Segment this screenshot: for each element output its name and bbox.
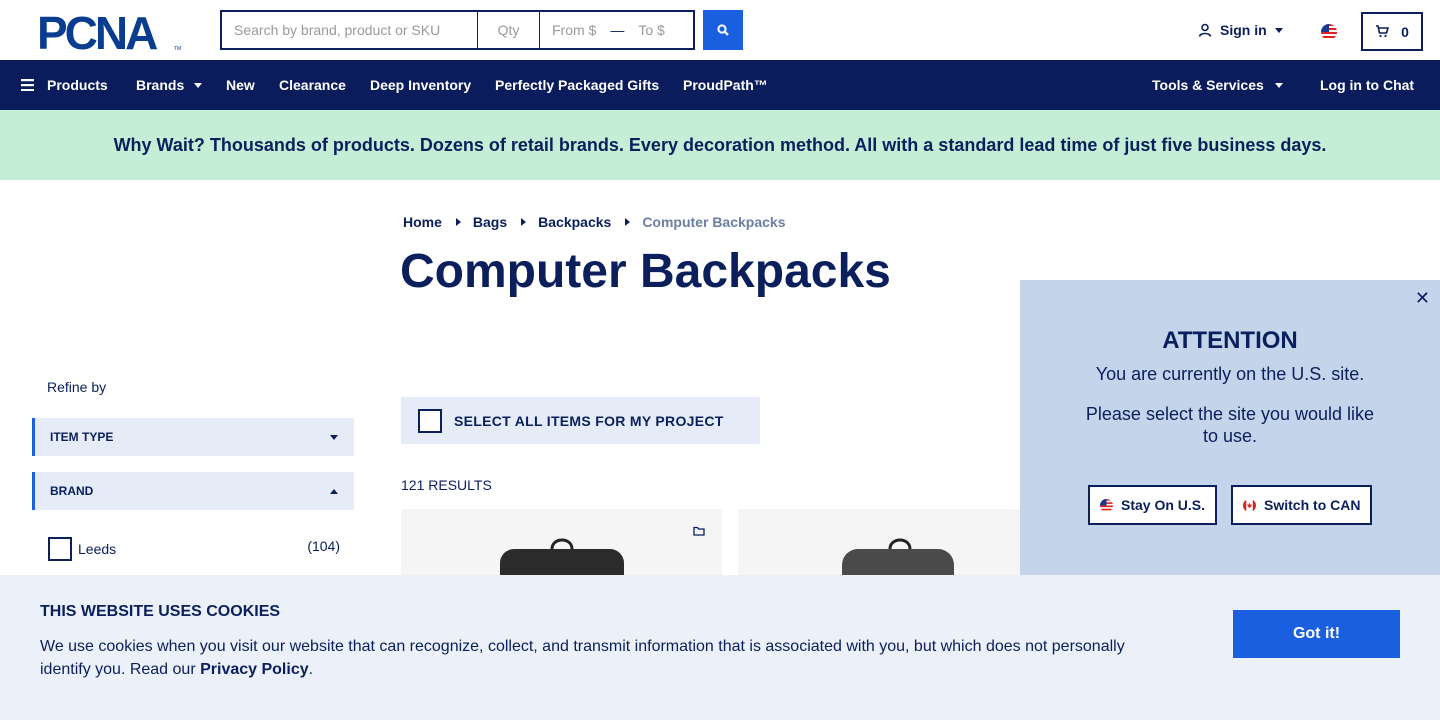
cookie-text: We use cookies when you visit our websit… <box>40 635 1160 681</box>
chevron-down-icon <box>194 82 203 88</box>
breadcrumb: Home Bags Backpacks Computer Backpacks <box>403 214 785 230</box>
menu-icon <box>21 79 34 91</box>
chevron-right-icon <box>455 218 461 226</box>
sign-in-menu[interactable]: Sign in <box>1198 22 1283 38</box>
chevron-right-icon <box>521 218 527 226</box>
canada-flag-icon <box>1243 498 1257 512</box>
nav-brands-label: Brands <box>136 77 185 93</box>
cart-button[interactable]: 0 <box>1361 12 1423 51</box>
nav-gifts[interactable]: Perfectly Packaged Gifts <box>495 77 659 93</box>
region-select-dialog: ✕ ATTENTION You are currently on the U.S… <box>1020 280 1440 580</box>
breadcrumb-bags[interactable]: Bags <box>473 214 507 230</box>
breadcrumb-home[interactable]: Home <box>403 214 442 230</box>
chevron-down-icon <box>1274 27 1283 33</box>
select-all-label: SELECT ALL ITEMS FOR MY PROJECT <box>454 412 724 429</box>
price-range: From $ — To $ <box>540 10 695 50</box>
user-icon <box>1198 23 1212 37</box>
nav-gifts-label: Perfectly Packaged Gifts <box>495 77 660 93</box>
select-all-bar[interactable]: SELECT ALL ITEMS FOR MY PROJECT <box>401 397 760 444</box>
brand-option-count: (104) <box>307 538 340 554</box>
switch-can-label: Switch to CAN <box>1264 497 1361 513</box>
results-count: 121 RESULTS <box>401 477 492 493</box>
qty-input[interactable] <box>478 10 540 50</box>
cookie-banner: THIS WEBSITE USES COOKIES We use cookies… <box>0 575 1440 720</box>
nav-brands[interactable]: Brands <box>136 77 203 93</box>
brand-option-label: Leeds <box>78 541 117 557</box>
filter-item-type[interactable]: ITEM TYPE <box>32 418 354 456</box>
nav-proudpath[interactable]: ProudPath™ <box>683 77 768 93</box>
chevron-up-icon <box>330 488 338 494</box>
pcna-logo[interactable]: PCNA TM <box>37 12 185 52</box>
dialog-message: You are currently on the U.S. site. <box>1095 364 1365 384</box>
cookie-end: . <box>308 661 314 678</box>
price-to-input[interactable]: To $ <box>638 22 664 38</box>
svg-text:PCNA: PCNA <box>37 12 157 52</box>
got-it-button[interactable]: Got it! <box>1233 610 1400 658</box>
nav-clearance[interactable]: Clearance <box>279 77 346 93</box>
nav-chat-login[interactable]: Log in to Chat <box>1320 77 1414 93</box>
promo-banner: Why Wait? Thousands of products. Dozens … <box>0 110 1440 180</box>
nav-tools-label: Tools & Services <box>1152 77 1264 93</box>
price-from-input[interactable]: From $ <box>552 22 596 38</box>
nav-tools-services[interactable]: Tools & Services <box>1152 77 1283 93</box>
cart-count: 0 <box>1401 23 1409 40</box>
nav-products-label: Products <box>47 77 108 93</box>
chevron-down-icon <box>1274 82 1283 88</box>
dialog-prompt: Please select the site you would like to… <box>1085 404 1375 446</box>
nav-clearance-label: Clearance <box>279 77 346 93</box>
chevron-down-icon <box>330 434 338 440</box>
page-title: Computer Backpacks <box>400 245 891 298</box>
privacy-policy-link[interactable]: Privacy Policy <box>200 661 309 678</box>
sign-in-label: Sign in <box>1220 22 1267 38</box>
nav-products[interactable]: Products <box>21 77 108 93</box>
nav-proudpath-label: ProudPath™ <box>683 77 768 93</box>
search-button[interactable] <box>703 10 743 50</box>
nav-new-label: New <box>226 77 255 93</box>
site-header: PCNA TM From $ — To $ Sign in 0 <box>0 0 1440 60</box>
refine-label: Refine by <box>47 379 107 395</box>
search-input[interactable] <box>220 10 478 50</box>
us-flag-icon[interactable] <box>1321 24 1337 40</box>
breadcrumb-backpacks[interactable]: Backpacks <box>538 214 611 230</box>
filter-item-type-label: ITEM TYPE <box>50 430 114 444</box>
main-nav: Products Brands New Clearance Deep Inven… <box>0 60 1440 110</box>
nav-deep-inventory[interactable]: Deep Inventory <box>370 77 471 93</box>
brand-option-leeds[interactable]: Leeds (104) <box>48 537 340 561</box>
breadcrumb-current: Computer Backpacks <box>642 214 786 230</box>
filter-brand[interactable]: BRAND <box>32 472 354 510</box>
stay-us-label: Stay On U.S. <box>1121 497 1206 513</box>
stay-us-button[interactable]: Stay On U.S. <box>1088 485 1218 525</box>
switch-can-button[interactable]: Switch to CAN <box>1231 485 1373 525</box>
search-bar: From $ — To $ <box>220 10 695 50</box>
svg-text:TM: TM <box>174 46 181 52</box>
filter-brand-label: BRAND <box>50 484 94 498</box>
select-all-checkbox[interactable] <box>418 408 442 433</box>
cart-icon <box>1376 25 1390 38</box>
close-icon[interactable]: ✕ <box>1415 288 1430 309</box>
nav-chat-label: Log in to Chat <box>1320 77 1415 93</box>
dialog-title: ATTENTION <box>1162 327 1298 354</box>
folder-icon[interactable] <box>693 526 705 536</box>
nav-new[interactable]: New <box>226 77 255 93</box>
chevron-right-icon <box>625 218 631 226</box>
promo-text: Why Wait? Thousands of products. Dozens … <box>113 134 1327 155</box>
dialog-actions: Stay On U.S. Switch to CAN <box>1088 485 1373 525</box>
cookie-title: THIS WEBSITE USES COOKIES <box>40 603 281 620</box>
price-dash: — <box>610 22 625 38</box>
us-flag-icon <box>1100 498 1113 512</box>
search-icon <box>717 24 729 36</box>
brand-checkbox[interactable] <box>48 537 72 561</box>
nav-deep-inventory-label: Deep Inventory <box>370 77 472 93</box>
